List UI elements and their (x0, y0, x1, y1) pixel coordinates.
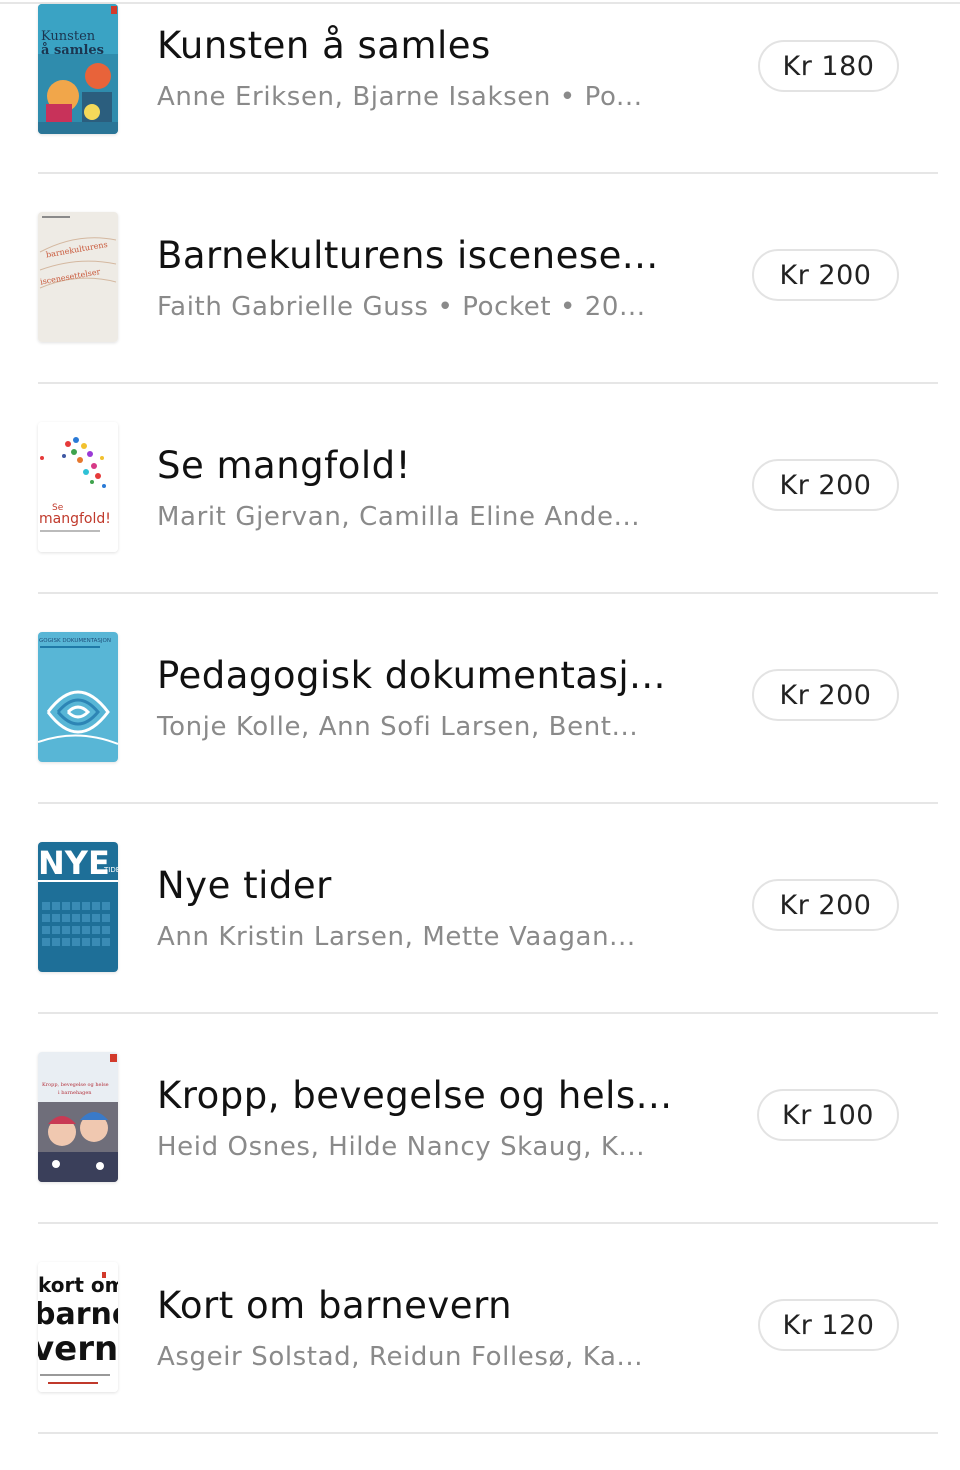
price-button[interactable]: Kr 200 (752, 459, 899, 511)
divider (38, 382, 938, 384)
book-cover-icon[interactable]: kort om barne vern (38, 1262, 118, 1392)
book-subtitle: Heid Osnes, Hilde Nancy Skaug, K... (157, 1132, 646, 1162)
list-item[interactable]: GOGISK DOKUMENTASJON Pedagogisk dokument… (0, 630, 960, 840)
book-subtitle: Tonje Kolle, Ann Sofi Larsen, Bent... (157, 712, 639, 742)
book-subtitle: Marit Gjervan, Camilla Eline Ande... (157, 502, 641, 532)
book-subtitle: Asgeir Solstad, Reidun Follesø, Ka... (157, 1342, 644, 1372)
svg-text:Kunsten: Kunsten (41, 29, 96, 44)
svg-text:barne: barne (38, 1297, 118, 1332)
svg-text:vern: vern (38, 1329, 118, 1369)
list-item[interactable]: NYE TIDER Nye tider Ann Kristin Larsen, … (0, 840, 960, 1050)
list-item[interactable]: Se mangfold! Se mangfold! Marit Gjervan,… (0, 420, 960, 630)
book-cover-icon[interactable]: barnekulturens iscenesettelser (38, 212, 118, 342)
price-button[interactable]: Kr 180 (758, 40, 899, 92)
list-item[interactable]: Kunsten å samles Kunsten å samles Anne E… (0, 0, 960, 210)
svg-text:TIDER: TIDER (103, 866, 118, 874)
book-cover-icon[interactable]: Se mangfold! (38, 422, 118, 552)
price-button[interactable]: Kr 200 (752, 669, 899, 721)
book-cover-icon[interactable]: NYE TIDER (38, 842, 118, 972)
divider (38, 1012, 938, 1014)
divider (38, 1432, 938, 1434)
price-button[interactable]: Kr 120 (758, 1299, 899, 1351)
book-cover-icon[interactable]: Kunsten å samles (38, 4, 118, 134)
svg-text:i barnehagen: i barnehagen (58, 1090, 92, 1096)
list-item[interactable]: Kropp, bevegelse og helse i barnehagen K… (0, 1050, 960, 1260)
svg-text:NYE: NYE (38, 844, 110, 882)
price-button[interactable]: Kr 100 (757, 1089, 899, 1141)
book-title[interactable]: Kort om barnevern (157, 1284, 512, 1327)
svg-text:GOGISK DOKUMENTASJON: GOGISK DOKUMENTASJON (39, 638, 111, 644)
book-title[interactable]: Kropp, bevegelse og hels... (157, 1074, 672, 1117)
book-cover-icon[interactable]: GOGISK DOKUMENTASJON (38, 632, 118, 762)
book-title[interactable]: Barnekulturens iscenese... (157, 234, 659, 277)
book-cover-icon[interactable]: Kropp, bevegelse og helse i barnehagen (38, 1052, 118, 1182)
book-subtitle: Ann Kristin Larsen, Mette Vaagan... (157, 922, 636, 952)
book-title[interactable]: Nye tider (157, 864, 332, 907)
list-item[interactable]: barnekulturens iscenesettelser Barnekult… (0, 210, 960, 420)
book-subtitle: Anne Eriksen, Bjarne Isaksen • Po... (157, 82, 643, 112)
divider (38, 802, 938, 804)
book-title[interactable]: Kunsten å samles (157, 24, 491, 67)
svg-text:Kropp, bevegelse og helse: Kropp, bevegelse og helse (42, 1082, 109, 1088)
price-button[interactable]: Kr 200 (752, 249, 899, 301)
svg-text:å samles: å samles (41, 42, 104, 58)
price-button[interactable]: Kr 200 (752, 879, 899, 931)
divider (38, 592, 938, 594)
svg-text:mangfold!: mangfold! (39, 511, 111, 527)
book-title[interactable]: Se mangfold! (157, 444, 411, 487)
list-item[interactable]: kort om barne vern Kort om barnevern Asg… (0, 1260, 960, 1470)
book-subtitle: Faith Gabrielle Guss • Pocket • 20... (157, 292, 646, 322)
book-title[interactable]: Pedagogisk dokumentasj... (157, 654, 666, 697)
divider (38, 1222, 938, 1224)
divider (38, 172, 938, 174)
